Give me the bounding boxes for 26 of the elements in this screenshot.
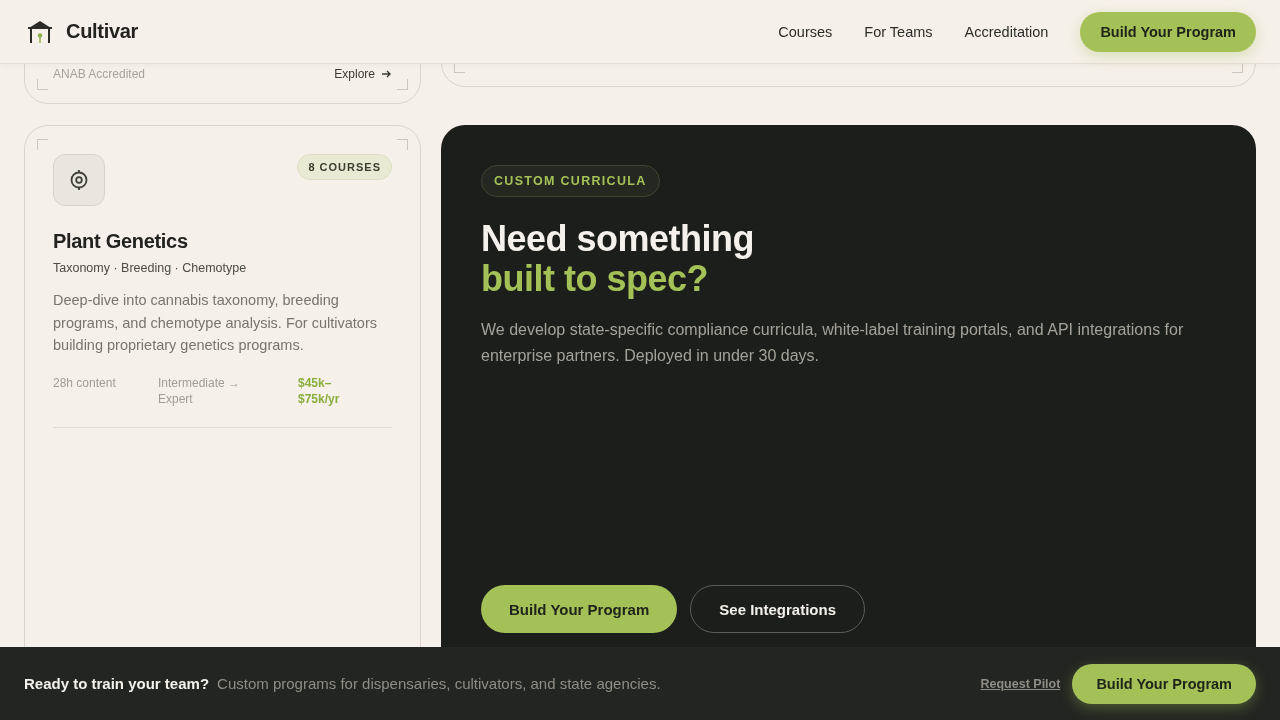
course-description: Deep-dive into cannabis taxonomy, breeding programs, and chemotype analysis. For cultivators building proprietary genetics programs. [53,291,378,355]
cta-text: Custom programs for dispensaries, cultivators, and state agencies. [217,675,661,692]
build-program-button[interactable]: Build Your Program [1080,11,1256,52]
panel-description: We develop state-specific compliance curricula, white-label training portals, and API integrations for enterprise partners. Deployed in under 30 days. [481,320,1185,366]
course-stat: Intermediate → Expert [158,374,242,407]
section-badge: CUSTOM CURRICULA [481,165,660,197]
brand-name[interactable]: Cultivar [66,20,139,43]
accreditation-note: ANAB Accredited [53,67,146,81]
course-tags: Taxonomy · Breeding · Chemotype [53,261,392,275]
course-stat: 28h content [53,374,117,392]
cta-title: Ready to train your team? [24,675,210,692]
arrow-right-icon [381,69,392,79]
explore-link[interactable]: Explore [334,67,392,81]
nav-link[interactable]: Accreditation [964,23,1049,40]
panel-heading-accent: built to spec? [481,259,708,299]
course-title: Plant Genetics [53,230,189,253]
target-icon [68,169,90,191]
nav-link[interactable]: For Teams [864,23,933,40]
gazebo-logo-icon [27,19,53,44]
salary-stat: $45k–$75k/yr [298,374,341,407]
panel-heading: Need something [481,219,755,259]
build-program-button[interactable]: Build Your Program [1072,663,1256,704]
nav-link[interactable]: Courses [778,23,833,40]
build-program-button[interactable]: Build Your Program [481,585,678,633]
course-count-badge: 8 COURSES [297,154,392,180]
request-pilot-link[interactable]: Request Pilot [980,676,1061,691]
